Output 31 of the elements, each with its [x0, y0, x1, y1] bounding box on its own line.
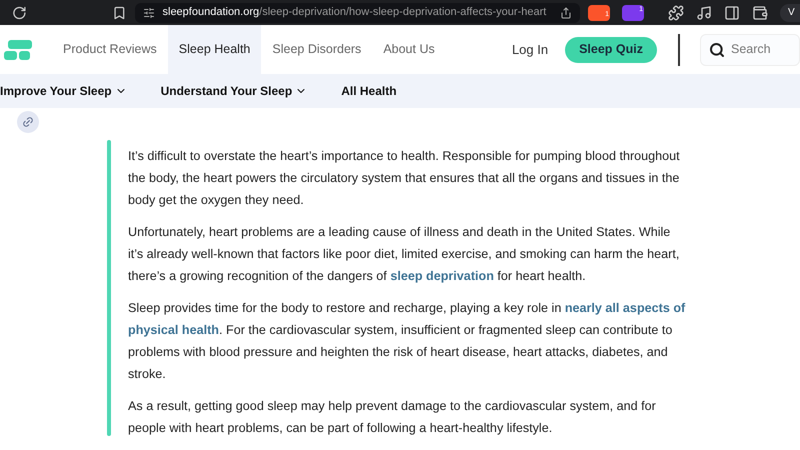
- site-settings-icon[interactable]: [142, 6, 154, 18]
- article-link[interactable]: physical health: [128, 323, 219, 337]
- nav-tab[interactable]: Sleep Health: [168, 25, 262, 74]
- search-box[interactable]: Search: [700, 34, 800, 66]
- share-icon[interactable]: [560, 6, 572, 18]
- paragraph: As a result, getting good sleep may help prevent damage to the cardiovascular system, and for people with heart problems, can be part of following a heart-healthy lifestyle.: [128, 398, 657, 437]
- search-field[interactable]: Search: [731, 40, 791, 59]
- paragraph: Sleep provides time for the body to restore and recharge, playing a key role in nearly all aspects of physical health. For the cardiovascular system, insufficient or fragmented sleep can contribute to problems with blood pressure and heighten the risk of heart disease, heart attacks, diabetes, and stroke.: [128, 300, 686, 383]
- wallet-icon[interactable]: [752, 4, 768, 20]
- article-link[interactable]: sleep deprivation: [390, 269, 494, 283]
- quiz-button[interactable]: Sleep Quiz: [565, 36, 657, 62]
- copy-link-button[interactable]: [17, 111, 39, 133]
- profile-button[interactable]: V: [780, 4, 800, 22]
- search-icon: [709, 42, 725, 58]
- login-link[interactable]: Log In: [512, 40, 548, 60]
- nav-tab[interactable]: Product Reviews: [52, 25, 168, 74]
- nav-tab[interactable]: Sleep Disorders: [261, 25, 372, 74]
- url-text: sleepfoundation.org/sleep-deprivation/how-sleep-deprivation-affects-your-heart: [162, 5, 546, 20]
- reload-icon[interactable]: [12, 4, 27, 20]
- address-bar[interactable]: sleepfoundation.org/sleep-deprivation/how-sleep-deprivation-affects-your-heart: [134, 2, 580, 22]
- subnav-link[interactable]: All Health: [341, 82, 397, 100]
- music-icon[interactable]: [696, 4, 712, 20]
- extensions-icon[interactable]: [668, 4, 684, 20]
- subnav-link[interactable]: Improve Your Sleep: [0, 82, 127, 100]
- article-link[interactable]: nearly all aspects of: [564, 301, 686, 315]
- bookmark-icon[interactable]: [112, 4, 126, 20]
- sidebar-icon[interactable]: [724, 4, 740, 20]
- nav-tab[interactable]: About Us: [372, 25, 446, 74]
- paragraph: It’s difficult to overstate the heart’s importance to health. Responsible for pumping blood throughout the body, the heart powers the circulatory system that ensures that all the organs and tissues in the body get the oxygen they need.: [128, 148, 681, 209]
- subnav-link[interactable]: Understand Your Sleep: [160, 82, 308, 100]
- paragraph: Unfortunately, heart problems are a leading cause of illness and death in the United States. While it’s already well-known that factors like poor diet, limited exercise, and smoking can harm the heart, there’s a growing recognition of the dangers of sleep deprivation for heart health.: [128, 224, 680, 285]
